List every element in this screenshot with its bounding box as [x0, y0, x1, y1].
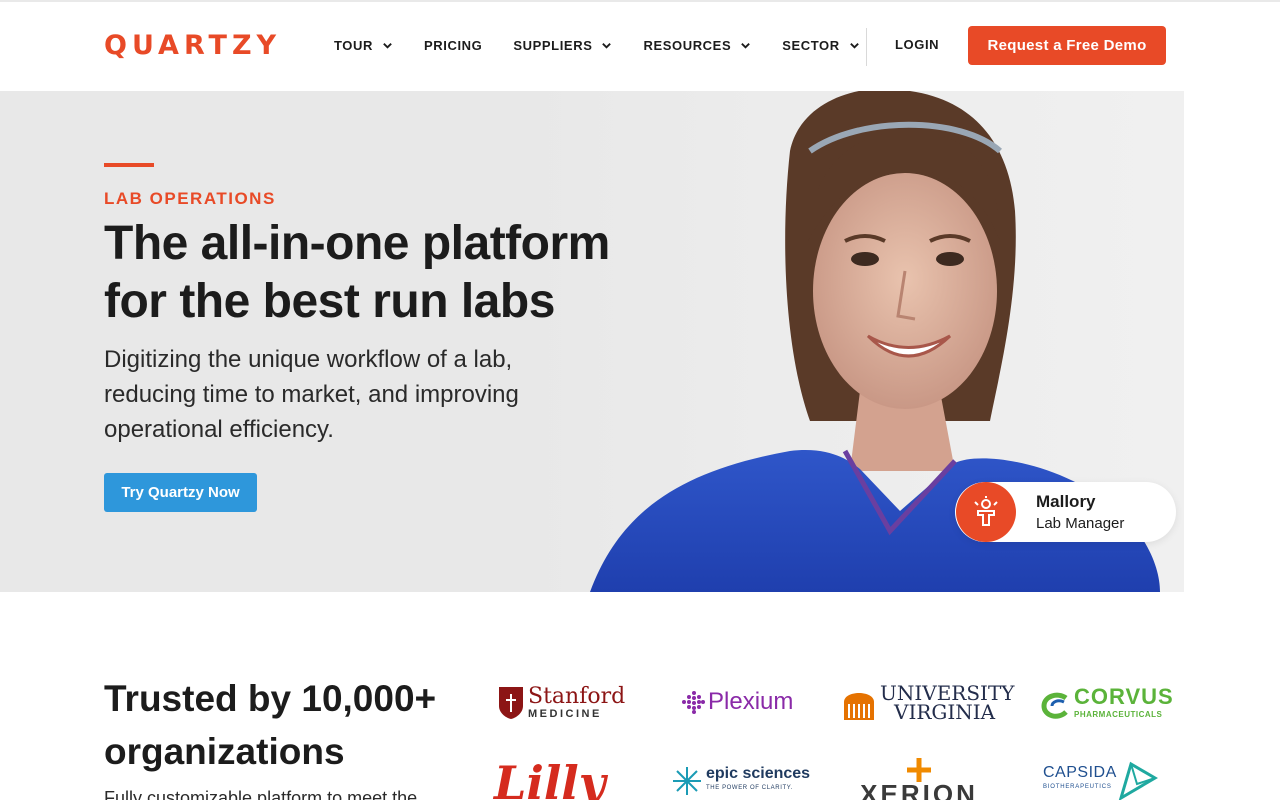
nav-item-sector[interactable]: SECTOR: [782, 36, 860, 54]
logo-name: epic sciences: [706, 765, 811, 782]
epic-sciences-burst-icon: [673, 767, 701, 795]
request-demo-button[interactable]: Request a Free Demo: [968, 26, 1166, 65]
logo-name: CORVUS: [1074, 684, 1174, 709]
hero-subtitle: Digitizing the unique workflow of a lab,…: [104, 346, 519, 443]
corvus-logo: CORVUS PHARMACEUTICALS: [1040, 684, 1174, 724]
lilly-logo: Lilly: [494, 756, 606, 800]
nav-label: SECTOR: [782, 37, 840, 53]
lab-manager-icon: [956, 482, 1016, 542]
nav-label: RESOURCES: [643, 37, 732, 53]
person-role: Lab Manager: [1036, 515, 1125, 532]
logo-sub: THE POWER OF CLARITY.: [706, 785, 793, 791]
chevron-down-icon: [740, 40, 751, 51]
logo-sub: MEDICINE: [528, 708, 602, 720]
capsida-triangle-icon: [1118, 761, 1158, 800]
rotunda-icon: [844, 693, 874, 720]
chevron-down-icon: [382, 40, 393, 51]
quartzy-logo[interactable]: QUARTZY: [104, 30, 281, 61]
xerion-logo: XERION: [846, 756, 992, 800]
hero-section: LAB OPERATIONS The all-in-one platform f…: [0, 91, 1280, 592]
capsida-logo: CAPSIDA BIOTHERAPEUTICS: [1043, 760, 1159, 800]
trusted-title: Trusted by 10,000+ organizations: [104, 678, 437, 772]
nav-label: SUPPLIERS: [513, 37, 593, 53]
logo-name: Plexium: [708, 688, 794, 715]
main-nav: TOUR PRICING SUPPLIERS RESOURCES SECTOR: [334, 36, 891, 54]
university-of-virginia-logo: UNIVERSITY VIRGINIA: [842, 683, 1015, 724]
trusted-subtitle: Fully customizable platform to meet the: [104, 788, 418, 800]
logo-sub: BIOTHERAPEUTICS: [1043, 784, 1112, 790]
hero-edge: [1184, 91, 1280, 592]
nav-item-pricing[interactable]: PRICING: [424, 36, 482, 54]
chevron-down-icon: [849, 40, 860, 51]
logo-name: XERION: [860, 779, 978, 800]
nav-item-suppliers[interactable]: SUPPLIERS: [513, 36, 612, 54]
logo-name: CAPSIDA: [1043, 764, 1117, 781]
logo-sub: PHARMACEUTICALS: [1074, 710, 1163, 719]
person-name: Mallory: [1036, 492, 1096, 511]
logo-name: Lilly: [494, 756, 606, 800]
site-header: QUARTZY TOUR PRICING SUPPLIERS RESOURCES…: [0, 0, 1280, 91]
hero-eyebrow: LAB OPERATIONS: [104, 189, 276, 208]
stanford-shield-icon: [499, 687, 523, 719]
hero-title: The all-in-one platform for the best run…: [104, 217, 610, 328]
login-link[interactable]: LOGIN: [895, 37, 939, 52]
corvus-swirl-icon: [1041, 692, 1068, 719]
logo-name: Stanford: [528, 684, 626, 709]
plexium-logo: Plexium: [680, 688, 793, 716]
chevron-down-icon: [601, 40, 612, 51]
accent-bar: [104, 163, 154, 167]
nav-label: PRICING: [424, 37, 483, 53]
nav-label: TOUR: [334, 37, 373, 53]
nav-item-resources[interactable]: RESOURCES: [643, 36, 751, 54]
person-card: Mallory Lab Manager: [955, 482, 1176, 542]
try-quartzy-button[interactable]: Try Quartzy Now: [104, 473, 257, 512]
plexium-dots-icon: [682, 691, 705, 714]
stanford-medicine-logo: Stanford MEDICINE: [498, 686, 625, 720]
logo-sub: VIRGINIA: [894, 700, 996, 724]
epic-sciences-logo: epic sciences THE POWER OF CLARITY.: [672, 766, 810, 796]
nav-item-tour[interactable]: TOUR: [334, 36, 393, 54]
nav-divider: [866, 28, 867, 66]
